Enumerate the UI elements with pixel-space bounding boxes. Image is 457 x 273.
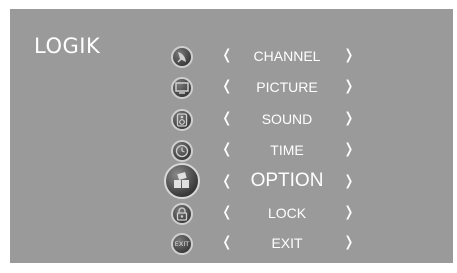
- left-arrow-icon[interactable]: ❬: [221, 173, 233, 189]
- exit-icon: EXIT: [171, 233, 193, 255]
- padlock-icon: [171, 203, 193, 225]
- menu-item-label: OPTION: [250, 170, 324, 191]
- right-arrow-icon[interactable]: ❭: [343, 204, 355, 220]
- left-arrow-icon[interactable]: ❬: [221, 110, 233, 126]
- menu-item-label: PICTURE: [256, 79, 318, 95]
- left-arrow-icon[interactable]: ❬: [221, 78, 233, 94]
- speaker-icon: [171, 109, 193, 131]
- menu-item-channel[interactable]: ❬ CHANNEL ❭: [10, 42, 453, 72]
- right-arrow-icon[interactable]: ❭: [343, 47, 355, 63]
- right-arrow-icon[interactable]: ❭: [343, 234, 355, 250]
- menu-item-sound[interactable]: ❬ SOUND ❭: [10, 105, 453, 135]
- right-arrow-icon[interactable]: ❭: [343, 78, 355, 94]
- right-arrow-icon[interactable]: ❭: [343, 110, 355, 126]
- exit-icon-text: EXIT: [174, 240, 190, 248]
- right-arrow-icon[interactable]: ❭: [343, 141, 355, 157]
- menu-item-option[interactable]: ❬ OPTION ❭: [10, 163, 453, 199]
- menu-item-label: CHANNEL: [253, 48, 321, 64]
- menu-item-picture[interactable]: ❬ PICTURE ❭: [10, 73, 453, 103]
- option-blocks-icon: [164, 163, 200, 199]
- menu-item-label: LOCK: [267, 205, 307, 221]
- clock-icon: [171, 140, 193, 162]
- menu-item-label: EXIT: [271, 235, 303, 251]
- menu-item-time[interactable]: ❬ TIME ❭: [10, 136, 453, 166]
- menu-item-label: TIME: [270, 142, 304, 158]
- right-arrow-icon[interactable]: ❭: [343, 173, 355, 189]
- left-arrow-icon[interactable]: ❬: [221, 141, 233, 157]
- monitor-icon: [171, 77, 193, 99]
- left-arrow-icon[interactable]: ❬: [221, 47, 233, 63]
- tv-menu-screen: LOGIK ❬ CHANNEL ❭ ❬ PICTURE ❭ ❬ SOUND ❭ …: [10, 9, 453, 263]
- left-arrow-icon[interactable]: ❬: [221, 234, 233, 250]
- menu-item-label: SOUND: [261, 111, 313, 127]
- left-arrow-icon[interactable]: ❬: [221, 204, 233, 220]
- menu-item-lock[interactable]: ❬ LOCK ❭: [10, 199, 453, 229]
- menu-item-exit[interactable]: EXIT ❬ EXIT ❭: [10, 229, 453, 259]
- satellite-dish-icon: [171, 46, 193, 68]
